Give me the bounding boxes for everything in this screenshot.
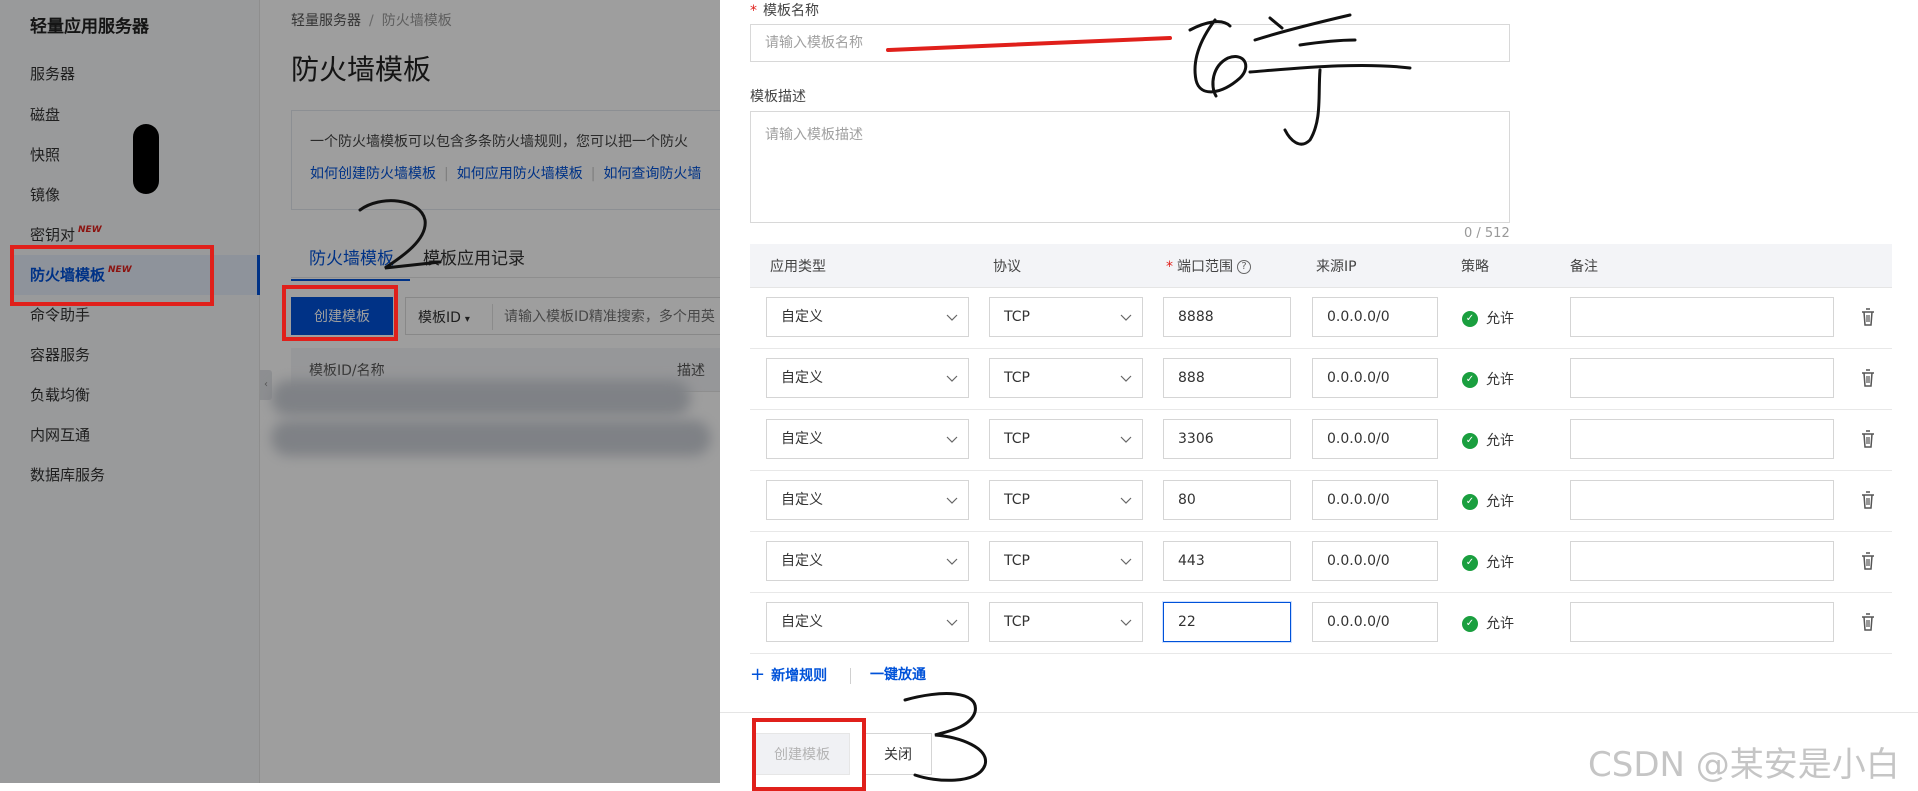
remark-input[interactable] [1570, 541, 1834, 581]
protocol-select[interactable]: TCP [989, 297, 1143, 337]
chevron-down-icon [946, 558, 958, 565]
policy-status: ✓ 允许 [1462, 552, 1514, 572]
app-type-select[interactable]: 自定义 [766, 358, 969, 398]
column-remark: 备注 [1570, 259, 1598, 275]
modal-overlay[interactable] [0, 0, 720, 783]
watermark: CSDN @某安是小白 [1588, 745, 1900, 785]
policy-status: ✓ 允许 [1462, 308, 1514, 328]
protocol-select[interactable]: TCP [989, 480, 1143, 520]
chevron-down-icon [1120, 558, 1132, 565]
chevron-down-icon [1120, 619, 1132, 626]
submit-create-template-button[interactable]: 创建模板 [754, 733, 850, 775]
source-ip-input[interactable] [1312, 480, 1438, 520]
add-rule-button[interactable]: + 新增规则 [750, 664, 827, 685]
policy-status: ✓ 允许 [1462, 430, 1514, 450]
rules-table-header: 应用类型 协议 * 端口范围? 来源IP 策略 备注 [750, 244, 1892, 288]
chevron-down-icon [1120, 314, 1132, 321]
plus-icon: + [750, 664, 766, 685]
protocol-select[interactable]: TCP [989, 419, 1143, 459]
delete-rule-icon[interactable] [1858, 489, 1878, 511]
source-ip-input[interactable] [1312, 419, 1438, 459]
delete-rule-icon[interactable] [1858, 550, 1878, 572]
port-range-input[interactable] [1163, 480, 1291, 520]
policy-status: ✓ 允许 [1462, 369, 1514, 389]
check-circle-icon: ✓ [1462, 616, 1478, 632]
remark-input[interactable] [1570, 480, 1834, 520]
app-type-select[interactable]: 自定义 [766, 419, 969, 459]
source-ip-input[interactable] [1312, 602, 1438, 642]
template-description-label: 模板描述 [750, 89, 806, 105]
action-divider [850, 668, 851, 684]
check-circle-icon: ✓ [1462, 311, 1478, 327]
chevron-down-icon [1120, 497, 1132, 504]
port-range-input[interactable] [1163, 297, 1291, 337]
delete-rule-icon[interactable] [1858, 611, 1878, 633]
protocol-select[interactable]: TCP [989, 541, 1143, 581]
rule-row: 自定义 TCP ✓允许 [750, 410, 1892, 471]
chevron-down-icon [1120, 375, 1132, 382]
footer-divider [720, 712, 1918, 713]
remark-input[interactable] [1570, 358, 1834, 398]
chevron-down-icon [946, 497, 958, 504]
check-circle-icon: ✓ [1462, 555, 1478, 571]
policy-status: ✓ 允许 [1462, 491, 1514, 511]
source-ip-input[interactable] [1312, 297, 1438, 337]
check-circle-icon: ✓ [1462, 433, 1478, 449]
protocol-select[interactable]: TCP [989, 358, 1143, 398]
port-range-input[interactable] [1163, 419, 1291, 459]
remark-input[interactable] [1570, 602, 1834, 642]
column-app-type: 应用类型 [770, 259, 826, 275]
delete-rule-icon[interactable] [1858, 428, 1878, 450]
rule-row: 自定义 TCP ✓允许 [750, 288, 1892, 349]
chevron-down-icon [946, 375, 958, 382]
description-char-counter: 0 / 512 [1464, 226, 1510, 241]
check-circle-icon: ✓ [1462, 494, 1478, 510]
create-template-drawer: *模板名称 模板描述 0 / 512 应用类型 协议 *端口范围? 来源IP 策… [720, 0, 1918, 791]
check-circle-icon: ✓ [1462, 372, 1478, 388]
chevron-down-icon [946, 436, 958, 443]
delete-rule-icon[interactable] [1858, 306, 1878, 328]
help-icon[interactable]: ? [1237, 260, 1251, 274]
close-drawer-button[interactable]: 关闭 [864, 733, 932, 775]
column-port-range: * 端口范围? [1166, 256, 1251, 276]
port-range-input[interactable] [1163, 602, 1291, 642]
rule-row: 自定义 TCP ✓允许 [750, 532, 1892, 593]
app-type-select[interactable]: 自定义 [766, 297, 969, 337]
column-source-ip: 来源IP [1316, 259, 1357, 275]
rule-row: 自定义 TCP ✓允许 [750, 471, 1892, 532]
open-all-button[interactable]: 一键放通 [870, 664, 926, 684]
rule-row: 自定义 TCP ✓允许 [750, 349, 1892, 410]
remark-input[interactable] [1570, 419, 1834, 459]
rule-row: 自定义 TCP ✓允许 [750, 593, 1892, 654]
port-range-input[interactable] [1163, 541, 1291, 581]
template-name-label: * 模板名称 [750, 3, 819, 19]
template-description-input[interactable] [750, 111, 1510, 223]
chevron-down-icon [946, 314, 958, 321]
remark-input[interactable] [1570, 297, 1834, 337]
port-range-input[interactable] [1163, 358, 1291, 398]
source-ip-input[interactable] [1312, 358, 1438, 398]
source-ip-input[interactable] [1312, 541, 1438, 581]
template-name-input[interactable] [750, 24, 1510, 62]
app-type-select[interactable]: 自定义 [766, 602, 969, 642]
chevron-down-icon [946, 619, 958, 626]
policy-status: ✓ 允许 [1462, 613, 1514, 633]
column-policy: 策略 [1461, 259, 1489, 275]
app-type-select[interactable]: 自定义 [766, 541, 969, 581]
delete-rule-icon[interactable] [1858, 367, 1878, 389]
column-protocol: 协议 [993, 259, 1021, 275]
background-console: 轻量应用服务器 服务器 磁盘 快照 镜像 密钥对 NEW 防火墙模板 NEW 命令助… [0, 0, 720, 783]
app-type-select[interactable]: 自定义 [766, 480, 969, 520]
protocol-select[interactable]: TCP [989, 602, 1143, 642]
chevron-down-icon [1120, 436, 1132, 443]
